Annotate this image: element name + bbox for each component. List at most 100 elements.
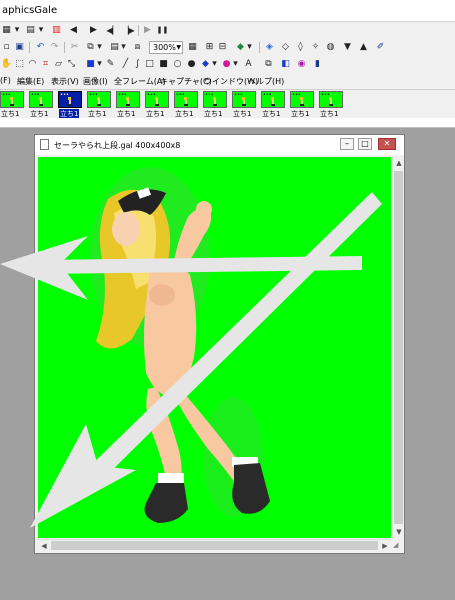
- frame-thumbnail[interactable]: ••• 立ち1: [203, 91, 227, 118]
- prev-frame-icon[interactable]: ◀: [67, 24, 80, 37]
- arrow-up-icon[interactable]: ▲: [357, 41, 370, 54]
- zoom-value: 300%: [153, 43, 176, 52]
- grid-icon[interactable]: ▦: [186, 41, 199, 54]
- frame-sprite-icon: [39, 97, 43, 106]
- color-pick-icon[interactable]: ◍: [324, 41, 337, 54]
- frame-thumbnail[interactable]: ••• 立ち1: [0, 91, 24, 118]
- minimize-button[interactable]: –: [340, 138, 354, 150]
- grid-menu-icon[interactable]: ▦: [0, 24, 13, 37]
- frame-thumbnail[interactable]: ••• 立ち1: [290, 91, 314, 118]
- frame-preview: •••: [174, 91, 198, 108]
- menu-view[interactable]: 表示(V): [51, 76, 79, 87]
- menu-all-frames[interactable]: 全フレーム(A): [114, 76, 165, 87]
- open-folder-icon[interactable]: ▫: [0, 41, 13, 54]
- frame-sprite-icon: [300, 97, 304, 106]
- scroll-right-icon[interactable]: ▶: [379, 540, 391, 552]
- frame-thumbnail[interactable]: ••• 立ち1: [261, 91, 285, 118]
- fill-icon[interactable]: ◈: [263, 41, 276, 54]
- dropdown-arrow-icon[interactable]: ▾: [96, 41, 103, 54]
- frame-preview: •••: [29, 91, 53, 108]
- select-icon[interactable]: ▱: [52, 58, 65, 71]
- frames-edit-icon[interactable]: ▥: [50, 24, 63, 37]
- pen-icon[interactable]: ▮: [311, 58, 324, 71]
- crop-icon[interactable]: ⌗: [39, 58, 52, 71]
- scroll-down-icon[interactable]: ▼: [393, 526, 405, 538]
- last-frame-icon[interactable]: ▕▶: [122, 24, 135, 37]
- add-shape-icon[interactable]: ◊: [294, 41, 307, 54]
- text-icon[interactable]: A: [242, 58, 255, 71]
- dropdown-arrow-icon[interactable]: ▾: [120, 41, 127, 54]
- menu-edit[interactable]: 編集(E): [17, 76, 44, 87]
- lasso-icon[interactable]: ◠: [26, 58, 39, 71]
- ellipse-fill-icon[interactable]: ●: [185, 58, 198, 71]
- dropdown-arrow-icon[interactable]: ▾: [232, 58, 239, 71]
- pause-button[interactable]: ❚❚: [156, 24, 169, 37]
- clone-icon[interactable]: ⧉: [262, 58, 275, 71]
- brush-icon[interactable]: ✐: [374, 41, 387, 54]
- magic-icon[interactable]: ✧: [309, 41, 322, 54]
- menu-help[interactable]: ヘルプ(H): [248, 76, 284, 87]
- ellipse-outline-icon[interactable]: ○: [171, 58, 184, 71]
- image-window: セーラやられ上段.gal 400x400x8 – □ ✕ ▲ ▼ ◀ ▶ ◢: [34, 134, 405, 554]
- frame-thumbnail[interactable]: ••• 立ち1: [116, 91, 140, 118]
- zoom-select[interactable]: 300% ▼: [149, 41, 183, 54]
- frame-thumbnail[interactable]: ••• 立ち1: [29, 91, 53, 118]
- mirror-icon[interactable]: ◧: [279, 58, 292, 71]
- chevron-down-icon: ▼: [176, 44, 181, 51]
- effect-icon[interactable]: ◉: [295, 58, 308, 71]
- image-canvas[interactable]: [38, 157, 391, 538]
- resize-icon[interactable]: ⧈: [131, 41, 144, 54]
- status-strip: [0, 118, 455, 128]
- scroll-up-icon[interactable]: ▲: [393, 157, 405, 169]
- horizontal-scroll-thumb[interactable]: [51, 541, 378, 550]
- frame-sprite-icon: [213, 97, 217, 106]
- image-window-titlebar[interactable]: セーラやられ上段.gal 400x400x8 – □ ✕: [35, 135, 404, 155]
- hand-icon[interactable]: ✋: [0, 58, 13, 71]
- frame-preview: •••: [0, 91, 24, 108]
- frame-thumbnail[interactable]: ••• 立ち1: [232, 91, 256, 118]
- cut-icon[interactable]: ✂: [68, 41, 81, 54]
- frame-thumbnail[interactable]: ••• 立ち1: [58, 91, 82, 119]
- next-frame-icon[interactable]: ▶: [87, 24, 100, 37]
- dropdown-arrow-icon[interactable]: ▾: [211, 58, 218, 71]
- frame-thumbnail[interactable]: ••• 立ち1: [319, 91, 343, 118]
- frame-preview: •••: [290, 91, 314, 108]
- vertical-scroll-thumb[interactable]: [394, 171, 403, 524]
- save-icon[interactable]: ▣: [13, 41, 26, 54]
- frame-sprite-icon: [126, 97, 130, 106]
- document-icon: [40, 139, 49, 150]
- horizontal-scrollbar[interactable]: ◀ ▶: [38, 539, 391, 551]
- frame-preview: •••: [145, 91, 169, 108]
- dropdown-arrow-icon[interactable]: ▾: [96, 58, 103, 71]
- frame-thumbnail[interactable]: ••• 立ち1: [145, 91, 169, 118]
- rect-fill-icon[interactable]: ■: [157, 58, 170, 71]
- first-frame-icon[interactable]: ◀▏: [106, 24, 119, 37]
- frame-thumbnail[interactable]: ••• 立ち1: [174, 91, 198, 118]
- app-title: aphicsGale: [2, 5, 58, 16]
- scroll-left-icon[interactable]: ◀: [38, 540, 50, 552]
- sprite-art: [90, 167, 270, 523]
- redo-icon[interactable]: ↷: [48, 41, 61, 54]
- frame-thumbnail[interactable]: ••• 立ち1: [87, 91, 111, 118]
- rect-outline-icon[interactable]: □: [143, 58, 156, 71]
- resize-grip-icon[interactable]: ◢: [393, 541, 403, 551]
- menu-image[interactable]: 画像(I): [83, 76, 108, 87]
- play-button[interactable]: ▶: [141, 24, 154, 37]
- eraser-icon[interactable]: ◇: [279, 41, 292, 54]
- maximize-button[interactable]: □: [358, 138, 372, 150]
- menu-file[interactable]: (F): [0, 76, 11, 85]
- film-icon[interactable]: ▤: [24, 24, 37, 37]
- dropdown-arrow-icon[interactable]: ▾: [37, 24, 45, 37]
- transform-icon[interactable]: ⤡: [65, 58, 78, 71]
- dropdown-arrow-icon[interactable]: ▾: [246, 41, 253, 54]
- vertical-scrollbar[interactable]: ▲ ▼: [392, 157, 404, 538]
- close-button[interactable]: ✕: [378, 138, 396, 150]
- select-rect-icon[interactable]: ⬚: [13, 58, 26, 71]
- arrow-down-icon[interactable]: ▼: [341, 41, 354, 54]
- view-list-icon[interactable]: ⊟: [216, 41, 229, 54]
- undo-icon[interactable]: ↶: [34, 41, 47, 54]
- frame-preview: •••: [58, 91, 82, 108]
- dropdown-arrow-icon[interactable]: ▾: [13, 24, 21, 37]
- pencil-icon[interactable]: ✎: [104, 58, 117, 71]
- view-grid-icon[interactable]: ⊞: [203, 41, 216, 54]
